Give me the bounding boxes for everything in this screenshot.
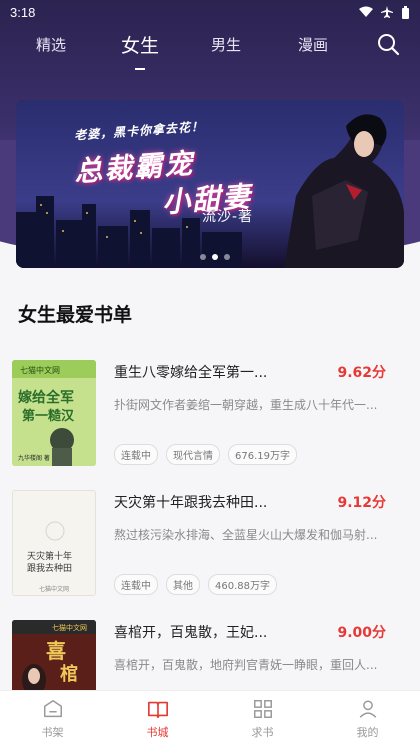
book-title[interactable]: 天灾第十年跟我去种田... [114, 492, 314, 512]
grid-icon [253, 700, 272, 718]
svg-text:天灾第十年: 天灾第十年 [27, 550, 72, 562]
tab-label: 书架 [41, 726, 64, 739]
search-icon[interactable] [376, 32, 400, 56]
book-list: 七猫中文网 嫁给全军 第一糙汉 九华楼阁 著 重生八零嫁给全军第一... 9.6… [0, 348, 420, 738]
book-description: 熬过核污染水排海、全蓝星火山大爆发和伽马射... [114, 528, 378, 542]
wordcount-tag: 676.19万字 [228, 444, 297, 465]
tab-label: 求书 [251, 726, 274, 739]
book-score: 9.00分 [337, 625, 386, 641]
book-tags: 连载中 现代言情 676.19万字 [114, 444, 297, 465]
book-cover[interactable]: 天灾第十年 跟我去种田 七猫中文网 [12, 490, 96, 596]
book-cover[interactable]: 七猫中文网 嫁给全军 第一糙汉 九华楼阁 著 [12, 360, 96, 466]
svg-text:七猫中文网: 七猫中文网 [52, 623, 87, 632]
book-tags: 连载中 其他 460.88万字 [114, 574, 277, 595]
bottom-tab-bar: 书架 书城 求书 我的 [0, 690, 420, 747]
tab-bookstore[interactable]: 书城 [105, 691, 210, 747]
status-time: 3:18 [10, 4, 36, 20]
svg-text:跟我去种田: 跟我去种田 [27, 562, 72, 574]
carousel-dots [200, 254, 230, 260]
status-icons [359, 5, 410, 19]
carousel-dot[interactable] [224, 254, 230, 260]
carousel-dot[interactable] [212, 254, 218, 260]
book-open-icon [147, 701, 168, 719]
status-tag: 连载中 [114, 574, 158, 595]
top-nav: 精选 女生 男生 漫画 [0, 24, 420, 70]
airplane-icon [381, 6, 393, 18]
book-description: 扑街网文作者姜绾一朝穿越，重生成八十年代一... [114, 398, 378, 412]
tab-label: 我的 [356, 726, 379, 739]
tab-male[interactable]: 男生 [211, 34, 241, 55]
tab-comics[interactable]: 漫画 [298, 34, 328, 55]
wifi-icon [359, 6, 373, 17]
book-title[interactable]: 重生八零嫁给全军第一... [114, 362, 314, 382]
svg-text:嫁给全军: 嫁给全军 [17, 389, 74, 406]
book-item[interactable]: 七猫中文网 嫁给全军 第一糙汉 九华楼阁 著 重生八零嫁给全军第一... 9.6… [0, 348, 420, 478]
svg-text:七猫中文网: 七猫中文网 [20, 365, 60, 375]
book-score: 9.12分 [337, 495, 386, 511]
user-icon [359, 700, 376, 718]
battery-icon [402, 5, 409, 19]
status-tag: 连载中 [114, 444, 158, 465]
carousel-dot[interactable] [200, 254, 206, 260]
book-item[interactable]: 天灾第十年 跟我去种田 七猫中文网 天灾第十年跟我去种田... 9.12分 熬过… [0, 478, 420, 608]
banner-author: 流沙-著 [202, 209, 254, 225]
section-title: 女生最爱书单 [18, 304, 133, 326]
genre-tag: 现代言情 [166, 444, 220, 465]
bookshelf-icon [43, 700, 62, 718]
status-bar: 3:18 [0, 0, 420, 24]
tab-female[interactable]: 女生 [121, 31, 159, 70]
svg-text:九华楼阁 著: 九华楼阁 著 [18, 454, 50, 462]
book-description: 喜棺开，百鬼散，地府判官青妩一睁眼，重回人... [114, 658, 378, 672]
svg-text:喜: 喜 [46, 639, 66, 663]
svg-text:七猫中文网: 七猫中文网 [39, 585, 69, 593]
tab-bookshelf[interactable]: 书架 [0, 691, 105, 747]
book-title[interactable]: 喜棺开，百鬼散，王妃... [114, 622, 314, 642]
tab-profile[interactable]: 我的 [315, 691, 420, 747]
genre-tag: 其他 [166, 574, 200, 595]
svg-text:棺: 棺 [60, 663, 78, 685]
book-score: 9.62分 [337, 365, 386, 381]
svg-text:第一糙汉: 第一糙汉 [22, 408, 75, 424]
wordcount-tag: 460.88万字 [208, 574, 277, 595]
tab-label: 书城 [146, 726, 169, 739]
tab-request-book[interactable]: 求书 [210, 691, 315, 747]
tab-featured[interactable]: 精选 [36, 34, 66, 55]
promo-banner[interactable]: 老婆，黑卡你拿去花！ 总裁霸宠 小甜妻 流沙-著 [16, 100, 404, 268]
